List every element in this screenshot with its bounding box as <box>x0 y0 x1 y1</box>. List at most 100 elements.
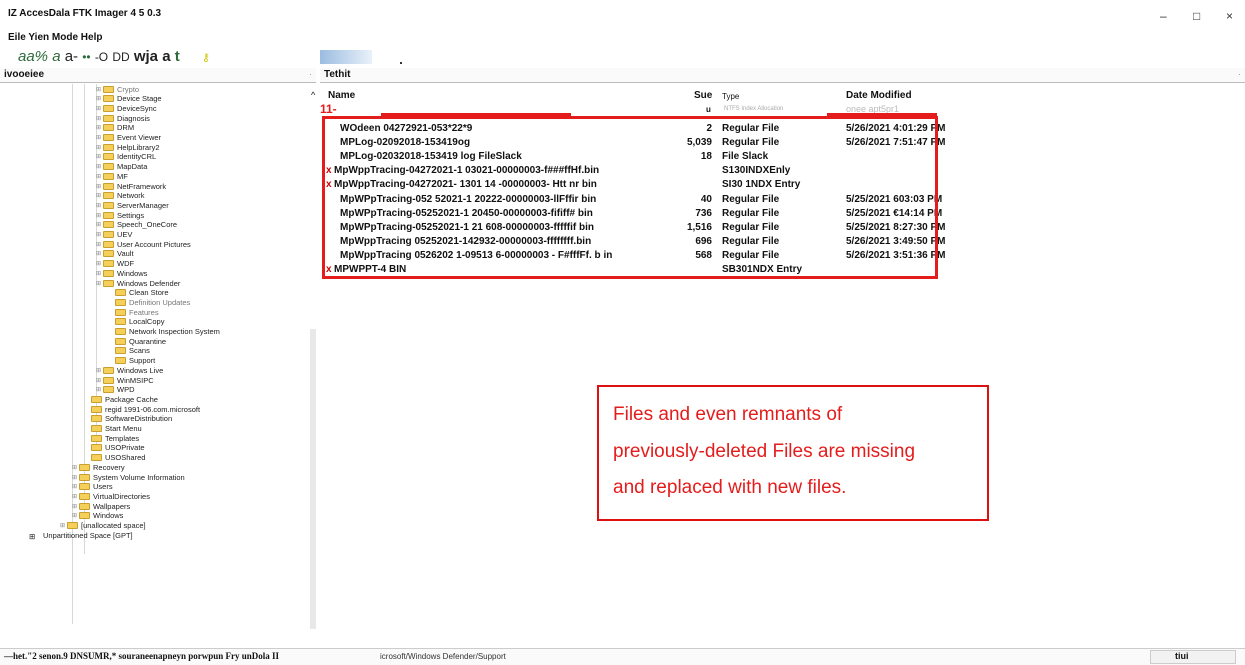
tree-item[interactable]: ⊞ Vault <box>96 249 134 259</box>
expand-icon[interactable]: ⊞ <box>96 221 103 228</box>
expand-icon[interactable]: ⊞ <box>96 153 103 160</box>
tree-item-label: Wallpapers <box>93 501 131 511</box>
tree-item[interactable]: Scans <box>108 346 150 356</box>
tree-item[interactable]: ⊞ Windows <box>72 511 123 521</box>
expand-icon[interactable]: ⊞ <box>72 512 79 519</box>
tree-item[interactable]: ⊞ UEV <box>96 230 132 240</box>
expand-icon[interactable]: ⊞ <box>96 202 103 209</box>
file-list[interactable]: WOdeen 04272921-053*22*9 2 Regular File 5/2… <box>320 0 1245 650</box>
expand-icon[interactable]: ⊞ <box>96 377 103 384</box>
folder-icon <box>103 269 114 277</box>
expand-icon[interactable]: ⊞ <box>96 367 103 374</box>
tree-item[interactable]: ⊞ Windows Live <box>96 365 163 375</box>
expand-icon[interactable]: ⊞ <box>96 280 103 287</box>
tree-item[interactable]: ⊞ System Volume Information <box>72 472 185 482</box>
tree-item[interactable]: regid 1991-06.com.microsoft <box>84 404 200 414</box>
tree-item[interactable]: Support <box>108 356 155 366</box>
toolbar-button-8[interactable]: a <box>162 48 170 65</box>
toolbar-button-5[interactable]: -O <box>95 50 108 64</box>
toolbar-button-2[interactable]: a <box>52 48 60 65</box>
expand-icon[interactable]: ⊞ <box>72 503 79 510</box>
menu-bar[interactable]: Eile Yien Mode Help <box>8 32 102 43</box>
expand-icon[interactable]: ⊞ <box>96 231 103 238</box>
expand-icon[interactable]: ⊞ <box>72 474 79 481</box>
tree-scrollbar[interactable] <box>308 84 318 644</box>
tree-item[interactable]: Clean Store <box>108 288 169 298</box>
expand-icon[interactable]: ⊞ <box>96 105 103 112</box>
tree-item[interactable]: ⊞ WDF <box>96 259 134 269</box>
tree-item[interactable]: ⊞ DRM <box>96 123 134 133</box>
expand-icon[interactable]: ⊞ <box>96 270 103 277</box>
toolbar-button-3[interactable]: a- <box>65 48 78 65</box>
tree-item[interactable]: ⊞ Device Stage <box>96 94 162 104</box>
tree-item[interactable]: ⊞ MF <box>96 171 128 181</box>
expand-icon[interactable]: ⊞ <box>96 115 103 122</box>
toolbar-button-6[interactable]: DD <box>112 50 129 64</box>
tree-item[interactable]: Templates <box>84 433 139 443</box>
tree-item[interactable]: ⊞ Recovery <box>72 462 125 472</box>
tree-item[interactable]: Start Menu <box>84 424 142 434</box>
expand-icon[interactable]: ⊞ <box>96 212 103 219</box>
tree-item[interactable]: ⊞ Network <box>96 191 145 201</box>
tree-item[interactable]: Features <box>108 307 159 317</box>
expand-icon[interactable]: ⊞ <box>96 124 103 131</box>
tree-item[interactable]: ⊞ VirtualDirectories <box>72 491 150 501</box>
tree-item[interactable]: USOShared <box>84 453 145 463</box>
folder-icon <box>91 454 102 462</box>
tree-item[interactable]: SoftwareDistribution <box>84 414 172 424</box>
tree-item[interactable]: ⊞ Crypto <box>96 84 139 94</box>
tree-item[interactable]: ⊞ User Account Pictures <box>96 239 191 249</box>
tree-item[interactable]: ⊞ WPD <box>96 385 135 395</box>
tree-item[interactable]: ⊞ Wallpapers <box>72 501 130 511</box>
tree-item[interactable]: ⊞ NetFramework <box>96 181 166 191</box>
expand-icon[interactable]: ⊞ <box>72 493 79 500</box>
toolbar-button-9[interactable]: t <box>175 48 180 65</box>
expand-icon[interactable]: ⊞ <box>96 192 103 199</box>
tree-item[interactable]: ⊞ WinMSIPC <box>96 375 154 385</box>
tree-item[interactable]: ⊞ Diagnosis <box>96 113 150 123</box>
tree-item[interactable]: ⊞ HelpLibrary2 <box>96 142 160 152</box>
tree-item[interactable]: ⊞ Speech_OneCore <box>96 220 177 230</box>
tree-item[interactable]: Network Inspection System <box>108 327 220 337</box>
tree-item[interactable]: ⊞ IdentityCRL <box>96 152 156 162</box>
tree-item[interactable]: ⊞ MapData <box>96 162 147 172</box>
toolbar-button-7[interactable]: wja <box>134 48 158 65</box>
toolbar-button-4[interactable]: •• <box>82 50 90 64</box>
tree-item[interactable]: ⊞ Unpartitioned Space [GPT] <box>22 530 133 541</box>
tree-scroll-thumb[interactable] <box>310 329 316 629</box>
key-icon[interactable]: ⚷ <box>202 52 210 64</box>
tree-item[interactable]: Definition Updates <box>108 297 190 307</box>
expand-icon[interactable]: ⊞ <box>60 522 67 529</box>
tree-item[interactable]: Package Cache <box>84 394 158 404</box>
tree-item[interactable]: ⊞ Users <box>72 482 113 492</box>
tree-item[interactable]: USOPrivate <box>84 443 145 453</box>
expand-icon[interactable]: ⊞ <box>96 241 103 248</box>
tree-item[interactable]: LocalCopy <box>108 317 164 327</box>
expand-icon[interactable]: ⊞ <box>96 173 103 180</box>
expand-icon[interactable]: ⊞ <box>96 86 103 93</box>
expand-icon[interactable]: ⊞ <box>96 183 103 190</box>
tree-item[interactable]: ⊞ Windows <box>96 268 147 278</box>
sort-up-icon[interactable]: ^ <box>311 90 315 100</box>
folder-icon <box>103 95 114 103</box>
tree-item[interactable]: ⊞ Settings <box>96 210 144 220</box>
expand-icon[interactable]: ⊞ <box>96 144 103 151</box>
toolbar-add-evidence-button[interactable]: aa% <box>18 48 48 65</box>
expand-icon[interactable]: ⊞ <box>96 250 103 257</box>
evidence-tree[interactable]: ⊞ Crypto ⊞ Device Stage ⊞ DeviceSync ⊞ Diagnosi… <box>0 84 306 644</box>
tree-item[interactable]: Quarantine <box>108 336 166 346</box>
tree-item[interactable]: ⊞ [unallocated space] <box>60 521 146 531</box>
expand-icon[interactable]: ⊞ <box>96 95 103 102</box>
expand-icon[interactable]: ⊞ <box>96 386 103 393</box>
expand-icon[interactable]: ⊞ <box>96 134 103 141</box>
expand-icon[interactable]: ⊞ <box>72 483 79 490</box>
pin-icon[interactable]: · <box>309 69 312 79</box>
expand-icon[interactable]: ⊞ <box>96 163 103 170</box>
expand-icon[interactable]: ⊞ <box>72 464 79 471</box>
tree-item-label: HelpLibrary2 <box>117 142 160 152</box>
tree-item[interactable]: ⊞ DeviceSync <box>96 103 157 113</box>
expand-icon[interactable]: ⊞ <box>96 260 103 267</box>
tree-item[interactable]: ⊞ Event Viewer <box>96 133 161 143</box>
tree-item[interactable]: ⊞ Windows Defender <box>96 278 180 288</box>
tree-item[interactable]: ⊞ ServerManager <box>96 200 169 210</box>
